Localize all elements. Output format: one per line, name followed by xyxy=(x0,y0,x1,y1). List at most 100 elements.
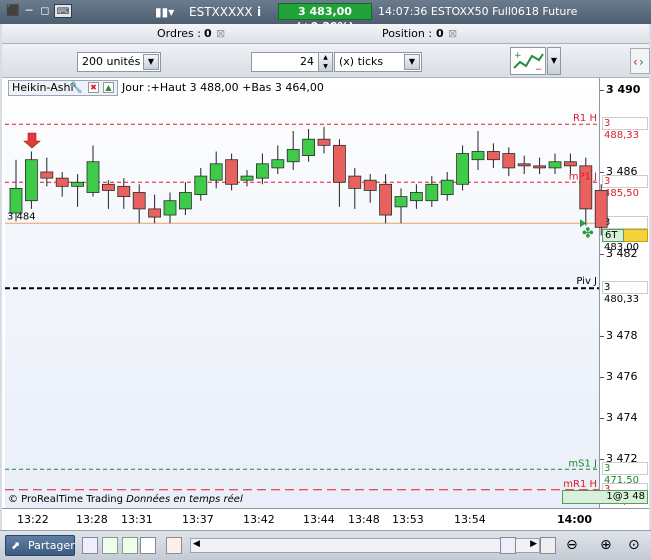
candle-body xyxy=(517,163,531,167)
side-panel-toggle[interactable]: ‹ › xyxy=(630,48,650,74)
candle-body xyxy=(271,159,285,169)
candle-body xyxy=(564,161,577,167)
r1-label: R1 H xyxy=(573,113,597,124)
candle-body xyxy=(332,144,346,183)
position-label: Position : xyxy=(382,27,433,40)
list-icon[interactable] xyxy=(166,537,182,554)
chart-panel[interactable]: 3 4903 4863 4823 4783 4763 4743 4723 488… xyxy=(2,78,649,508)
left-price-label: 3 484 xyxy=(7,211,36,222)
draw-tool-icon[interactable] xyxy=(82,537,98,554)
mr1-label: mR1 H xyxy=(563,479,597,490)
time-tick: 13:42 xyxy=(243,513,275,526)
close-position-icon[interactable]: ⊠ xyxy=(448,27,457,40)
position-value: 0 xyxy=(436,27,444,40)
time-tick: 13:28 xyxy=(76,513,108,526)
ticks-stepper[interactable]: ▲ ▼ xyxy=(318,53,332,71)
pivot-label: Piv J xyxy=(576,276,597,287)
candle-body xyxy=(132,192,146,210)
candle-body xyxy=(240,175,254,181)
candle-body xyxy=(24,159,38,202)
strategy-chart-icon[interactable]: + − xyxy=(510,47,546,75)
candle-body xyxy=(348,175,362,189)
orders-bar: Ordres : 0 ⊠ Position : 0 ⊠ xyxy=(2,24,649,44)
time-axis[interactable]: 13:22 13:28 13:31 13:37 13:42 13:44 13:48 13:53… xyxy=(2,508,649,530)
candle-body xyxy=(440,179,454,195)
indicator-tool-icon[interactable] xyxy=(122,537,138,554)
candle-body xyxy=(363,179,377,191)
instrument-name[interactable]: ESTXXXXX xyxy=(189,3,253,21)
indicator-name-box[interactable]: Heikin-Ashi 🔧 ✖ ▲ xyxy=(8,80,118,96)
candle-body xyxy=(286,149,300,163)
sell-arrow-icon xyxy=(23,132,41,149)
candle-body xyxy=(302,138,316,157)
ms1-label: mS1 J xyxy=(568,458,597,469)
time-tick: 13:48 xyxy=(348,513,380,526)
units-select[interactable]: 200 unités ▼ xyxy=(77,52,161,72)
strategy-chart-glyph: + − xyxy=(513,51,544,75)
candle-body xyxy=(317,138,331,146)
chevron-down-icon: ▼ xyxy=(404,54,420,70)
zoom-fit-icon[interactable]: ⊙ xyxy=(628,537,644,554)
candle-body xyxy=(9,188,23,214)
orders-label: Ordres : xyxy=(157,27,201,40)
share-button[interactable]: ⬈ Partager xyxy=(5,535,75,556)
restore-icon[interactable]: ◻ xyxy=(38,4,52,18)
wrench-icon[interactable]: 🔧 xyxy=(69,81,83,95)
candle-body xyxy=(148,208,162,218)
copyright-brand: © ProRealTime Trading xyxy=(8,494,123,505)
candle-body xyxy=(255,163,269,179)
order-toolbar: 200 unités ▼ 24 ▲ ▼ (x) ticks ▼ + − ▼ ‹ › xyxy=(2,44,650,78)
strategy-dropdown-icon[interactable]: ▼ xyxy=(547,47,561,75)
candle-body xyxy=(102,183,115,191)
delete-icon[interactable]: ✖ xyxy=(88,82,99,93)
table-icon[interactable] xyxy=(140,537,156,554)
candle-body xyxy=(594,190,608,228)
time-tick: 13:22 xyxy=(17,513,49,526)
svg-text:‹: ‹ xyxy=(633,55,638,69)
candle-body xyxy=(394,196,408,208)
chart-type-icon[interactable]: ▮▮▾ xyxy=(155,3,174,21)
svg-text:−: − xyxy=(535,65,543,74)
candle-body xyxy=(425,183,439,202)
candle-body xyxy=(456,153,470,185)
chart-scrollbar[interactable]: ◀ ▶ xyxy=(190,538,540,553)
candle-body xyxy=(71,181,84,187)
candle-body xyxy=(117,185,131,197)
time-tick: 13:53 xyxy=(392,513,424,526)
chevron-down-icon: ▼ xyxy=(143,54,159,70)
candle-body xyxy=(86,161,100,193)
scroll-left-icon[interactable]: ◀ xyxy=(193,539,200,549)
keyboard-icon[interactable]: ⌨ xyxy=(54,4,72,18)
indicator-info: Jour :+Haut 3 488,00 +Bas 3 464,00 xyxy=(122,81,324,94)
close-orders-icon[interactable]: ⊠ xyxy=(216,27,225,40)
share-label: Partager xyxy=(28,539,75,552)
time-tick: 13:37 xyxy=(182,513,214,526)
bottom-bar: ⬈ Partager ◀ ▶ ⊖ ⊕ ⊙ xyxy=(0,530,651,560)
candle-body xyxy=(486,151,500,161)
ticks-unit-select[interactable]: (x) ticks ▼ xyxy=(334,52,422,72)
window-menu-icon[interactable]: ⬛ xyxy=(6,4,20,18)
info-icon[interactable]: i xyxy=(257,3,261,21)
candle-tool-icon[interactable] xyxy=(102,537,118,554)
candle-body xyxy=(194,175,208,195)
scroll-right-icon[interactable]: ▶ xyxy=(530,539,537,549)
time-tick: 13:54 xyxy=(454,513,486,526)
price-chart[interactable]: R1 H mP1 J Piv J mS1 J mR1 H 3 484 ✤ xyxy=(2,78,649,508)
pause-icon[interactable] xyxy=(500,537,516,554)
copyright-note: Données en temps réel xyxy=(126,494,243,505)
units-select-value: 200 unités xyxy=(82,55,141,68)
candle-body xyxy=(225,159,239,185)
clover-icon: ✤ xyxy=(582,225,594,241)
candle-body xyxy=(548,161,562,169)
ticks-unit-value: (x) ticks xyxy=(339,55,384,68)
time-tick: 13:31 xyxy=(121,513,153,526)
scroll-end-icon[interactable] xyxy=(540,537,556,554)
candle-body xyxy=(40,171,54,179)
zoom-in-icon[interactable]: ⊕ xyxy=(600,537,616,554)
minimize-icon[interactable]: ─ xyxy=(22,4,36,18)
candle-body xyxy=(163,200,177,216)
zoom-out-icon[interactable]: ⊖ xyxy=(566,537,582,554)
copyright: © ProRealTime Trading Données en temps r… xyxy=(8,494,243,505)
candle-body xyxy=(409,192,423,202)
move-up-icon[interactable]: ▲ xyxy=(103,82,114,93)
